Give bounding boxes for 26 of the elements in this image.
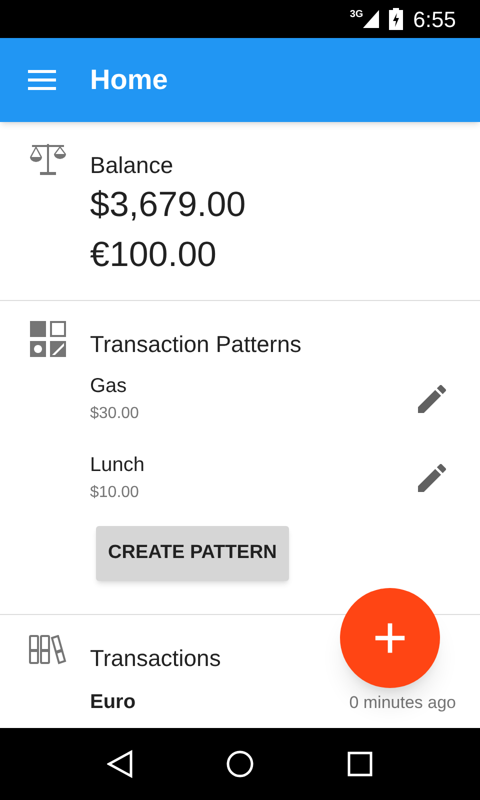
- transaction-time: 0 minutes ago: [349, 692, 456, 714]
- grid-icon: [30, 321, 66, 357]
- menu-icon: [28, 70, 56, 90]
- section-title: Transactions: [90, 644, 221, 673]
- create-pattern-button[interactable]: CREATE PATTERN: [96, 526, 289, 581]
- back-icon: [107, 750, 133, 778]
- binders-icon: [29, 635, 67, 665]
- pencil-icon: [418, 385, 446, 413]
- balance-amount: €100.00: [90, 234, 218, 276]
- signal-icon: [363, 10, 380, 28]
- clock: 6:55: [413, 6, 456, 34]
- app-title: Home: [90, 63, 168, 97]
- battery-icon: [389, 8, 404, 30]
- recents-icon: [347, 751, 373, 777]
- transaction-account: Euro: [90, 690, 136, 715]
- pattern-name: Lunch: [90, 453, 144, 478]
- home-icon: [226, 750, 254, 778]
- pattern-name: Gas: [90, 374, 128, 399]
- pattern-amount: $30.00: [90, 404, 139, 424]
- balance-amount: $3,679.00: [90, 184, 247, 226]
- pattern-amount: $10.00: [90, 483, 140, 503]
- scale-icon: [29, 142, 67, 176]
- pencil-icon: [418, 464, 446, 492]
- network-label: 3G: [350, 10, 364, 20]
- section-title: Transaction Patterns: [90, 330, 302, 359]
- section-title: Balance: [90, 151, 174, 180]
